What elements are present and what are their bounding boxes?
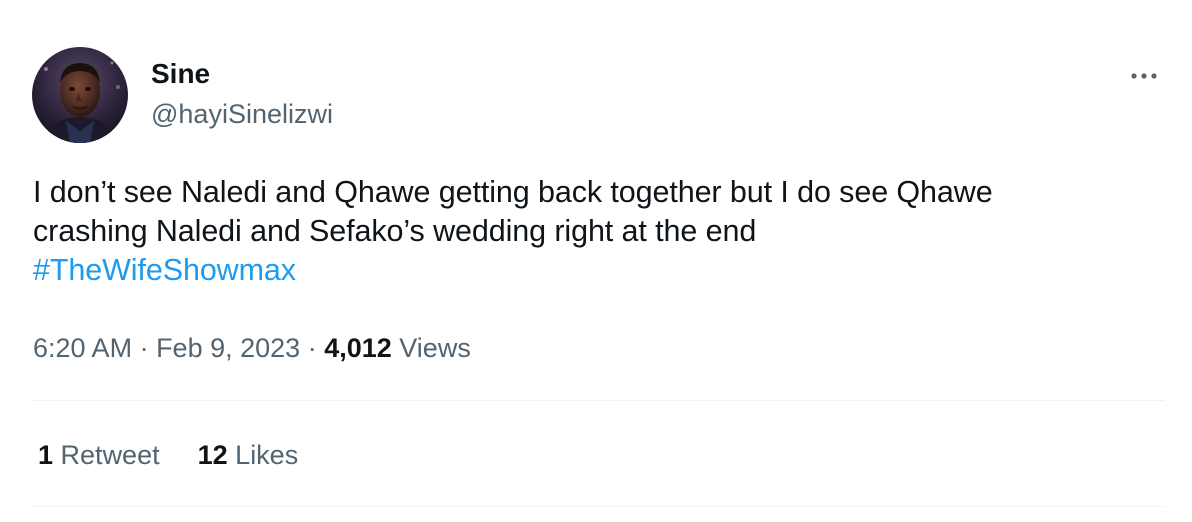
meta-separator: · xyxy=(300,333,325,363)
meta-separator: · xyxy=(132,333,157,363)
tweet-date[interactable]: Feb 9, 2023 xyxy=(156,333,300,363)
hashtag-link[interactable]: #TheWifeShowmax xyxy=(33,253,296,287)
engagement-stats: 1 Retweet 12 Likes xyxy=(38,437,298,473)
tweet-text: I don’t see Naledi and Qhawe getting bac… xyxy=(33,173,1163,290)
retweets-label: Retweet xyxy=(60,440,160,470)
retweets-link[interactable]: 1 Retweet xyxy=(38,437,160,473)
more-options-button[interactable] xyxy=(1122,60,1166,92)
retweets-count: 1 xyxy=(38,440,54,470)
views-label: Views xyxy=(399,333,471,363)
tweet-metadata: 6:20 AM · Feb 9, 2023 · 4,012 Views xyxy=(33,330,471,366)
divider xyxy=(33,506,1164,507)
views-count: 4,012 xyxy=(324,333,392,363)
author-avatar[interactable] xyxy=(32,47,128,143)
more-horizontal-icon xyxy=(1131,73,1157,79)
tweet-time[interactable]: 6:20 AM xyxy=(33,333,132,363)
likes-count: 12 xyxy=(197,440,228,470)
tweet-text-line-2: crashing Naledi and Sefako’s wedding rig… xyxy=(33,214,757,248)
divider xyxy=(33,400,1164,401)
likes-link[interactable]: 12 Likes xyxy=(198,437,299,473)
tweet-card: Sine @hayiSinelizwi I don’t see Naledi a… xyxy=(0,0,1192,522)
author-handle[interactable]: @hayiSinelizwi xyxy=(151,98,333,130)
likes-label: Likes xyxy=(235,440,299,470)
author-display-name[interactable]: Sine xyxy=(151,58,210,90)
avatar-image xyxy=(32,47,128,143)
tweet-text-line-1: I don’t see Naledi and Qhawe getting bac… xyxy=(33,175,993,209)
